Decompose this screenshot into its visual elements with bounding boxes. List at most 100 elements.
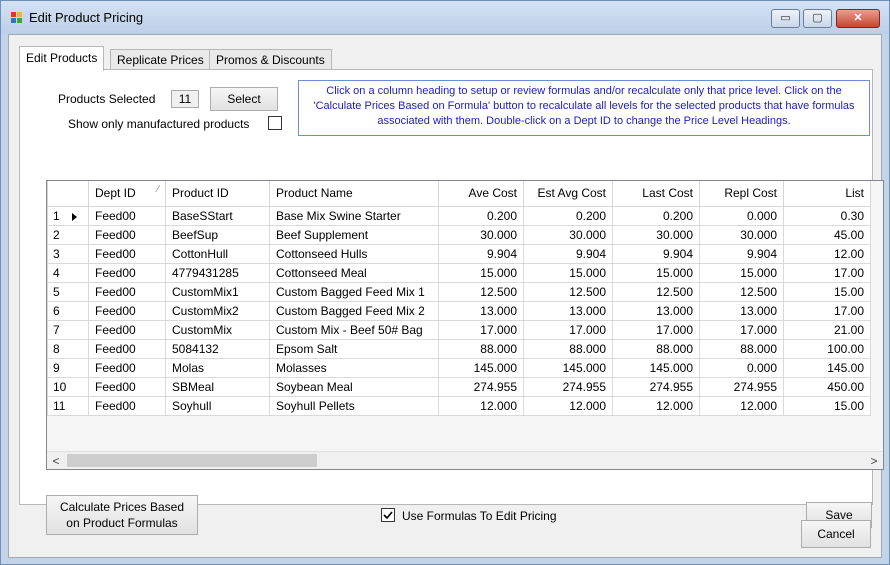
cell-product-id[interactable]: BaseSStart — [165, 205, 270, 226]
scrollbar-thumb[interactable] — [67, 454, 317, 467]
cell-list[interactable]: 15.00 — [783, 281, 871, 302]
cell-product-name[interactable]: Custom Bagged Feed Mix 1 — [269, 281, 439, 302]
cell-dept-id[interactable]: Feed00 — [88, 357, 166, 378]
table-row[interactable]: 6 Feed00 CustomMix2 Custom Bagged Feed Mix … — [47, 300, 871, 321]
row-header[interactable]: 7 — [47, 319, 89, 340]
cell-est-avg-cost[interactable]: 13.000 — [523, 300, 613, 321]
cell-ave-cost[interactable]: 145.000 — [438, 357, 524, 378]
column-header-last-cost[interactable]: Last Cost — [612, 181, 700, 207]
row-header[interactable]: 8 — [47, 338, 89, 359]
cell-ave-cost[interactable]: 0.200 — [438, 205, 524, 226]
cell-repl-cost[interactable]: 9.904 — [699, 243, 784, 264]
maximize-button[interactable]: ▢ — [803, 9, 832, 28]
table-row[interactable]: 2 Feed00 BeefSup Beef Supplement 30.000 30.00… — [47, 224, 871, 245]
row-header[interactable]: 6 — [47, 300, 89, 321]
cell-ave-cost[interactable]: 15.000 — [438, 262, 524, 283]
column-header-repl-cost[interactable]: Repl Cost — [699, 181, 784, 207]
column-header-product-name[interactable]: Product Name — [269, 181, 439, 207]
cell-last-cost[interactable]: 12.000 — [612, 395, 700, 416]
products-grid[interactable]: Dept ID ⁄ Product ID Product Name Ave Cos… — [46, 180, 884, 470]
cell-ave-cost[interactable]: 274.955 — [438, 376, 524, 397]
cell-product-name[interactable]: Soyhull Pellets — [269, 395, 439, 416]
cell-est-avg-cost[interactable]: 274.955 — [523, 376, 613, 397]
cell-last-cost[interactable]: 15.000 — [612, 262, 700, 283]
cell-list[interactable]: 17.00 — [783, 300, 871, 321]
cell-repl-cost[interactable]: 17.000 — [699, 319, 784, 340]
row-header[interactable]: 5 — [47, 281, 89, 302]
cell-last-cost[interactable]: 9.904 — [612, 243, 700, 264]
row-header[interactable]: 10 — [47, 376, 89, 397]
tab-promos-discounts[interactable]: Promos & Discounts — [209, 49, 332, 70]
cell-dept-id[interactable]: Feed00 — [88, 300, 166, 321]
table-row[interactable]: 8 Feed00 5084132 Epsom Salt 88.000 88.000 88.0… — [47, 338, 871, 359]
cell-list[interactable]: 100.00 — [783, 338, 871, 359]
use-formulas-checkbox[interactable] — [381, 508, 395, 522]
cell-product-name[interactable]: Molasses — [269, 357, 439, 378]
cell-product-id[interactable]: Soyhull — [165, 395, 270, 416]
cell-last-cost[interactable]: 30.000 — [612, 224, 700, 245]
cell-repl-cost[interactable]: 13.000 — [699, 300, 784, 321]
cell-last-cost[interactable]: 274.955 — [612, 376, 700, 397]
row-header[interactable]: 1 — [47, 205, 89, 226]
manufactured-only-checkbox[interactable] — [268, 116, 282, 130]
table-row[interactable]: 7 Feed00 CustomMix Custom Mix - Beef 50# Ba… — [47, 319, 871, 340]
calculate-prices-button[interactable]: Calculate Prices Based on Product Formul… — [46, 495, 198, 535]
table-row[interactable]: 10 Feed00 SBMeal Soybean Meal 274.955 274.955… — [47, 376, 871, 397]
cell-product-id[interactable]: 4779431285 — [165, 262, 270, 283]
cell-repl-cost[interactable]: 30.000 — [699, 224, 784, 245]
table-row[interactable]: 1 Feed00 BaseSStart Base Mix Swine Starter 0… — [47, 205, 871, 226]
tab-replicate-prices[interactable]: Replicate Prices — [110, 49, 211, 70]
cell-dept-id[interactable]: Feed00 — [88, 243, 166, 264]
cell-est-avg-cost[interactable]: 12.000 — [523, 395, 613, 416]
column-header-ave-cost[interactable]: Ave Cost — [438, 181, 524, 207]
cell-product-id[interactable]: BeefSup — [165, 224, 270, 245]
cell-product-name[interactable]: Epsom Salt — [269, 338, 439, 359]
cell-last-cost[interactable]: 88.000 — [612, 338, 700, 359]
cell-dept-id[interactable]: Feed00 — [88, 395, 166, 416]
cell-repl-cost[interactable]: 15.000 — [699, 262, 784, 283]
cell-dept-id[interactable]: Feed00 — [88, 319, 166, 340]
cell-ave-cost[interactable]: 17.000 — [438, 319, 524, 340]
cell-ave-cost[interactable]: 88.000 — [438, 338, 524, 359]
cell-est-avg-cost[interactable]: 0.200 — [523, 205, 613, 226]
cell-dept-id[interactable]: Feed00 — [88, 281, 166, 302]
cell-product-name[interactable]: Cottonseed Meal — [269, 262, 439, 283]
cell-est-avg-cost[interactable]: 30.000 — [523, 224, 613, 245]
cell-product-id[interactable]: CustomMix — [165, 319, 270, 340]
cell-dept-id[interactable]: Feed00 — [88, 376, 166, 397]
column-header-dept-id[interactable]: Dept ID ⁄ — [88, 181, 166, 207]
table-row[interactable]: 3 Feed00 CottonHull Cottonseed Hulls 9.904 9.… — [47, 243, 871, 264]
cell-repl-cost[interactable]: 0.000 — [699, 357, 784, 378]
column-header-list[interactable]: List — [783, 181, 871, 207]
cell-last-cost[interactable]: 17.000 — [612, 319, 700, 340]
cell-list[interactable]: 45.00 — [783, 224, 871, 245]
cell-dept-id[interactable]: Feed00 — [88, 262, 166, 283]
table-row[interactable]: 11 Feed00 Soyhull Soyhull Pellets 12.000 12.0… — [47, 395, 871, 416]
cell-list[interactable]: 145.00 — [783, 357, 871, 378]
cell-repl-cost[interactable]: 12.500 — [699, 281, 784, 302]
cell-est-avg-cost[interactable]: 12.500 — [523, 281, 613, 302]
cell-est-avg-cost[interactable]: 15.000 — [523, 262, 613, 283]
cell-ave-cost[interactable]: 30.000 — [438, 224, 524, 245]
cell-dept-id[interactable]: Feed00 — [88, 224, 166, 245]
select-button[interactable]: Select — [210, 87, 278, 111]
scroll-right-icon[interactable]: > — [865, 452, 883, 469]
cell-product-id[interactable]: SBMeal — [165, 376, 270, 397]
cell-product-name[interactable]: Custom Mix - Beef 50# Bag — [269, 319, 439, 340]
cell-est-avg-cost[interactable]: 9.904 — [523, 243, 613, 264]
cell-ave-cost[interactable]: 9.904 — [438, 243, 524, 264]
cell-product-id[interactable]: CustomMix2 — [165, 300, 270, 321]
cell-est-avg-cost[interactable]: 145.000 — [523, 357, 613, 378]
cell-ave-cost[interactable]: 12.500 — [438, 281, 524, 302]
cell-list[interactable]: 17.00 — [783, 262, 871, 283]
row-header[interactable]: 11 — [47, 395, 89, 416]
row-header[interactable]: 9 — [47, 357, 89, 378]
scroll-left-icon[interactable]: < — [47, 452, 65, 469]
cell-last-cost[interactable]: 12.500 — [612, 281, 700, 302]
column-header-est-avg-cost[interactable]: Est Avg Cost — [523, 181, 613, 207]
column-header-product-id[interactable]: Product ID — [165, 181, 270, 207]
title-bar[interactable]: Edit Product Pricing ▭ ▢ ✕ — [1, 1, 889, 34]
cell-list[interactable]: 0.30 — [783, 205, 871, 226]
cell-product-name[interactable]: Soybean Meal — [269, 376, 439, 397]
cell-product-name[interactable]: Cottonseed Hulls — [269, 243, 439, 264]
